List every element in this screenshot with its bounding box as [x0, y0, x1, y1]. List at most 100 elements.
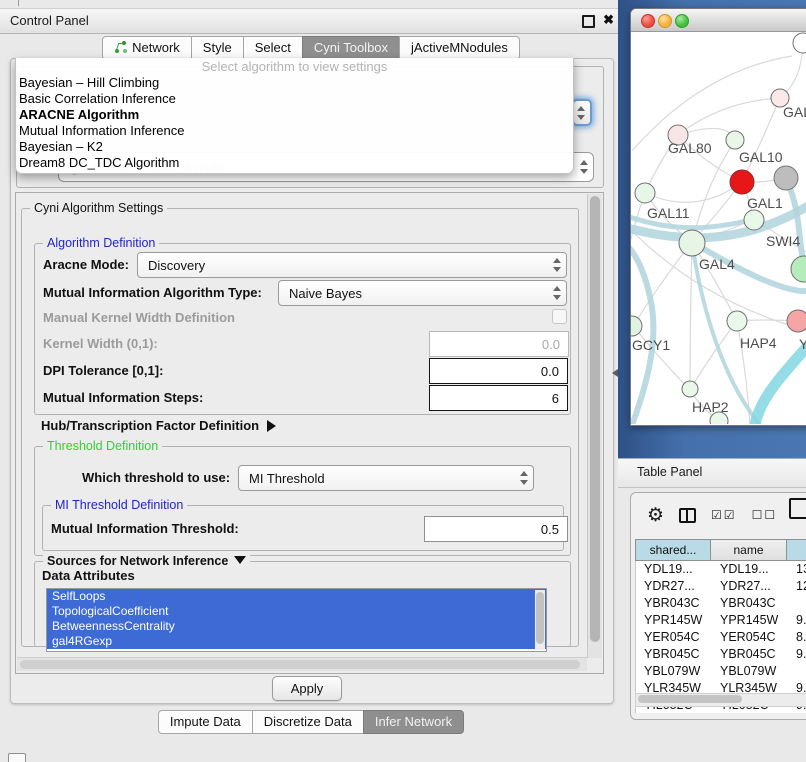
table-row[interactable]: YBR043CYBR043C — [636, 595, 806, 612]
node-label-swi4: SWI4 — [766, 233, 800, 249]
data-attributes-list[interactable]: SelfLoopsTopologicalCoefficientBetweenne… — [46, 588, 547, 652]
table-cell: YPR145W — [636, 612, 712, 629]
network-node[interactable] — [774, 166, 798, 190]
column-header-name[interactable]: name — [710, 539, 787, 561]
settings-scrollpane: Cyni Algorithm Settings Algorithm Defini… — [15, 192, 604, 674]
tab-discretize-data[interactable]: Discretize Data — [252, 710, 364, 734]
network-canvas[interactable]: GALGAL80GAL10GAL11GAL1SWI4GAL4GCY1HAP4YH… — [631, 31, 806, 424]
apply-button[interactable]: Apply — [272, 676, 342, 701]
mi-algorithm-type-combo[interactable]: Naive Bayes — [278, 280, 567, 306]
close-icon[interactable]: ✖ — [603, 12, 614, 28]
network-window-titlebar[interactable] — [631, 9, 806, 32]
table-row[interactable]: YBL079WYBL079W — [636, 663, 806, 680]
dropdown-item-mutual-information-inference[interactable]: Mutual Information Inference — [16, 123, 573, 139]
table-row[interactable]: YER054CYER054C8. — [636, 629, 806, 646]
scrollbar-thumb[interactable] — [20, 660, 580, 669]
table-row[interactable]: YDL19...YDL19...13 — [636, 561, 806, 578]
aracne-mode-value: Discovery — [148, 258, 205, 273]
table-cell: YDR27... — [636, 578, 712, 595]
document-icon[interactable] — [789, 498, 806, 519]
table-cell: YDL19... — [636, 561, 712, 578]
network-node[interactable] — [730, 170, 754, 194]
zoom-traffic-light-icon[interactable] — [675, 14, 689, 28]
network-node[interactable] — [631, 316, 642, 336]
tab-style[interactable]: Style — [191, 36, 244, 60]
minimize-traffic-light-icon[interactable] — [658, 14, 672, 28]
hub-definition-label: Hub/Transcription Factor Definition — [41, 418, 259, 433]
attribute-item-selfloops[interactable]: SelfLoops — [47, 589, 546, 604]
settings-vertical-scrollbar[interactable] — [587, 194, 602, 658]
node-label-gal4: GAL4 — [699, 256, 735, 272]
bottom-left-button-fragment[interactable] — [8, 753, 26, 762]
dropdown-item-dream8-dc-tdc-algorithm[interactable]: Dream8 DC_TDC Algorithm — [16, 155, 573, 171]
which-threshold-combo[interactable]: MI Threshold — [238, 465, 534, 491]
tab-network[interactable]: Network — [102, 36, 192, 60]
table-cell: 8. — [788, 629, 806, 646]
table-cell: YPR145W — [712, 612, 788, 629]
network-node[interactable] — [726, 131, 744, 149]
dpi-tolerance-label: DPI Tolerance [0,1]: — [43, 363, 163, 378]
mi-threshold-definition-group: MI Threshold Definition Mutual Informati… — [42, 505, 564, 551]
scrollbar-thumb[interactable] — [536, 592, 544, 644]
columns-icon[interactable] — [679, 508, 696, 523]
aracne-mode-combo[interactable]: Discovery — [137, 252, 567, 278]
float-window-icon[interactable] — [582, 15, 595, 28]
bottom-tabs: Impute DataDiscretize DataInfer Network — [0, 710, 622, 734]
network-node[interactable] — [793, 33, 806, 53]
chevron-down-icon — [234, 556, 246, 564]
settings-horizontal-scrollbar[interactable] — [17, 657, 587, 671]
network-node[interactable] — [682, 381, 698, 397]
network-node[interactable] — [787, 310, 806, 332]
node-label-hap2: HAP2 — [692, 399, 729, 415]
table-row[interactable]: YDR27...YDR27...12 — [636, 578, 806, 595]
threshold-definition-title: Threshold Definition — [43, 439, 162, 453]
network-node[interactable] — [744, 210, 764, 230]
table-row[interactable]: YBR045CYBR045C9. — [636, 646, 806, 663]
stepper-arrows-icon — [553, 258, 561, 272]
column-header-a[interactable]: A — [786, 539, 806, 561]
checked-boxes-icon[interactable]: ☑☑ — [711, 508, 737, 522]
tab-jactivemnodules[interactable]: jActiveMNodules — [399, 36, 520, 60]
tab-impute-data[interactable]: Impute Data — [158, 710, 253, 734]
network-node[interactable] — [791, 256, 806, 282]
scrollbar-thumb[interactable] — [590, 196, 600, 642]
scrollbar-thumb[interactable] — [638, 695, 742, 703]
algorithm-combo-stepper[interactable] — [572, 99, 592, 126]
node-label-hap4: HAP4 — [740, 335, 777, 351]
table-horizontal-scrollbar[interactable] — [635, 693, 806, 707]
mi-steps-value: 6 — [552, 391, 559, 406]
gear-icon[interactable]: ⚙ — [647, 506, 664, 525]
table-cell: YDR27... — [712, 578, 788, 595]
tab-infer-network[interactable]: Infer Network — [363, 710, 464, 734]
attribute-item-topologicalcoefficient[interactable]: TopologicalCoefficient — [47, 604, 546, 619]
dpi-tolerance-field[interactable]: 0.0 — [429, 358, 568, 384]
attribute-item-gal4rgexp[interactable]: gal4RGexp — [47, 634, 546, 649]
tab-cyni-toolbox[interactable]: Cyni Toolbox — [302, 36, 400, 60]
unchecked-boxes-icon[interactable]: ☐☐ — [752, 508, 778, 522]
hub-definition-toggle[interactable]: Hub/Transcription Factor Definition — [41, 418, 276, 433]
dropdown-item-bayesian-hill-climbing[interactable]: Bayesian – Hill Climbing — [16, 75, 573, 91]
manual-kernel-checkbox[interactable] — [552, 309, 567, 324]
mi-threshold-definition-title: MI Threshold Definition — [51, 498, 187, 512]
mi-steps-field[interactable]: 6 — [429, 385, 568, 411]
dropdown-item-bayesian-k2[interactable]: Bayesian – K2 — [16, 139, 573, 155]
mi-threshold-label: Mutual Information Threshold: — [51, 521, 239, 536]
mi-algorithm-type-value: Naive Bayes — [289, 286, 362, 301]
kernel-width-field[interactable]: 0.0 — [429, 331, 569, 357]
table-row[interactable]: YPR145WYPR145W9. — [636, 612, 806, 629]
dropdown-item-basic-correlation-inference[interactable]: Basic Correlation Inference — [16, 91, 573, 107]
stepper-arrows-icon — [553, 286, 561, 300]
network-node[interactable] — [679, 230, 705, 256]
column-header-shared[interactable]: shared... — [635, 539, 711, 561]
sources-title[interactable]: Sources for Network Inference — [43, 554, 250, 568]
attributes-scrollbar[interactable] — [535, 590, 545, 650]
network-node[interactable] — [727, 311, 747, 331]
data-attribute-items: SelfLoopsTopologicalCoefficientBetweenne… — [47, 589, 546, 649]
network-node[interactable] — [635, 183, 655, 203]
mi-threshold-field[interactable]: 0.5 — [424, 516, 568, 542]
close-traffic-light-icon[interactable] — [641, 14, 655, 28]
table-header-row: shared...nameA — [635, 539, 806, 561]
tab-select[interactable]: Select — [243, 36, 303, 60]
attribute-item-betweennesscentrality[interactable]: BetweennessCentrality — [47, 619, 546, 634]
dropdown-item-aracne-algorithm[interactable]: ARACNE Algorithm — [16, 107, 573, 123]
